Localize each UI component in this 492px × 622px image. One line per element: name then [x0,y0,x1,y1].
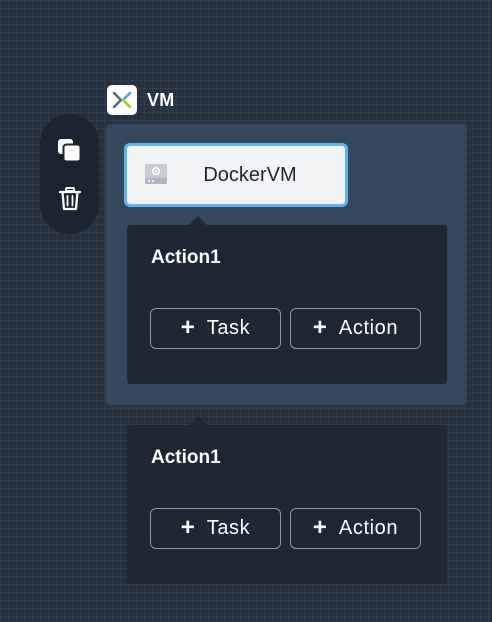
trash-icon [58,187,81,211]
delete-button[interactable] [55,184,85,214]
copy-icon [57,139,81,163]
server-icon [145,164,167,184]
plus-icon: + [180,313,195,341]
add-action-label: Action [338,517,399,539]
plus-icon: + [180,513,195,541]
add-task-label: Task [206,317,251,339]
action-panel[interactable]: Action1 + Task + Action [127,216,447,384]
add-task-label: Task [206,517,251,539]
substrate-card[interactable]: DockerVM [124,143,348,207]
duplicate-button[interactable] [55,136,85,166]
plus-icon: + [312,313,327,341]
add-action-label: Action [338,317,399,339]
action-title: Action1 [151,247,221,268]
action-title: Action1 [151,447,221,468]
action-panel[interactable]: Action1 + Task + Action [127,416,447,584]
vm-header: VM [107,85,175,115]
plus-icon: + [312,513,327,541]
nutanix-x-logo-icon [112,91,132,109]
add-action-button[interactable]: + Action [290,308,421,349]
add-action-button[interactable]: + Action [290,508,421,549]
nutanix-logo [107,85,137,115]
vm-title: VM [147,89,175,110]
panel-pointer [189,416,207,425]
add-task-button[interactable]: + Task [150,308,281,349]
side-toolbar [40,114,99,234]
add-task-button[interactable]: + Task [150,508,281,549]
panel-pointer [189,216,207,225]
